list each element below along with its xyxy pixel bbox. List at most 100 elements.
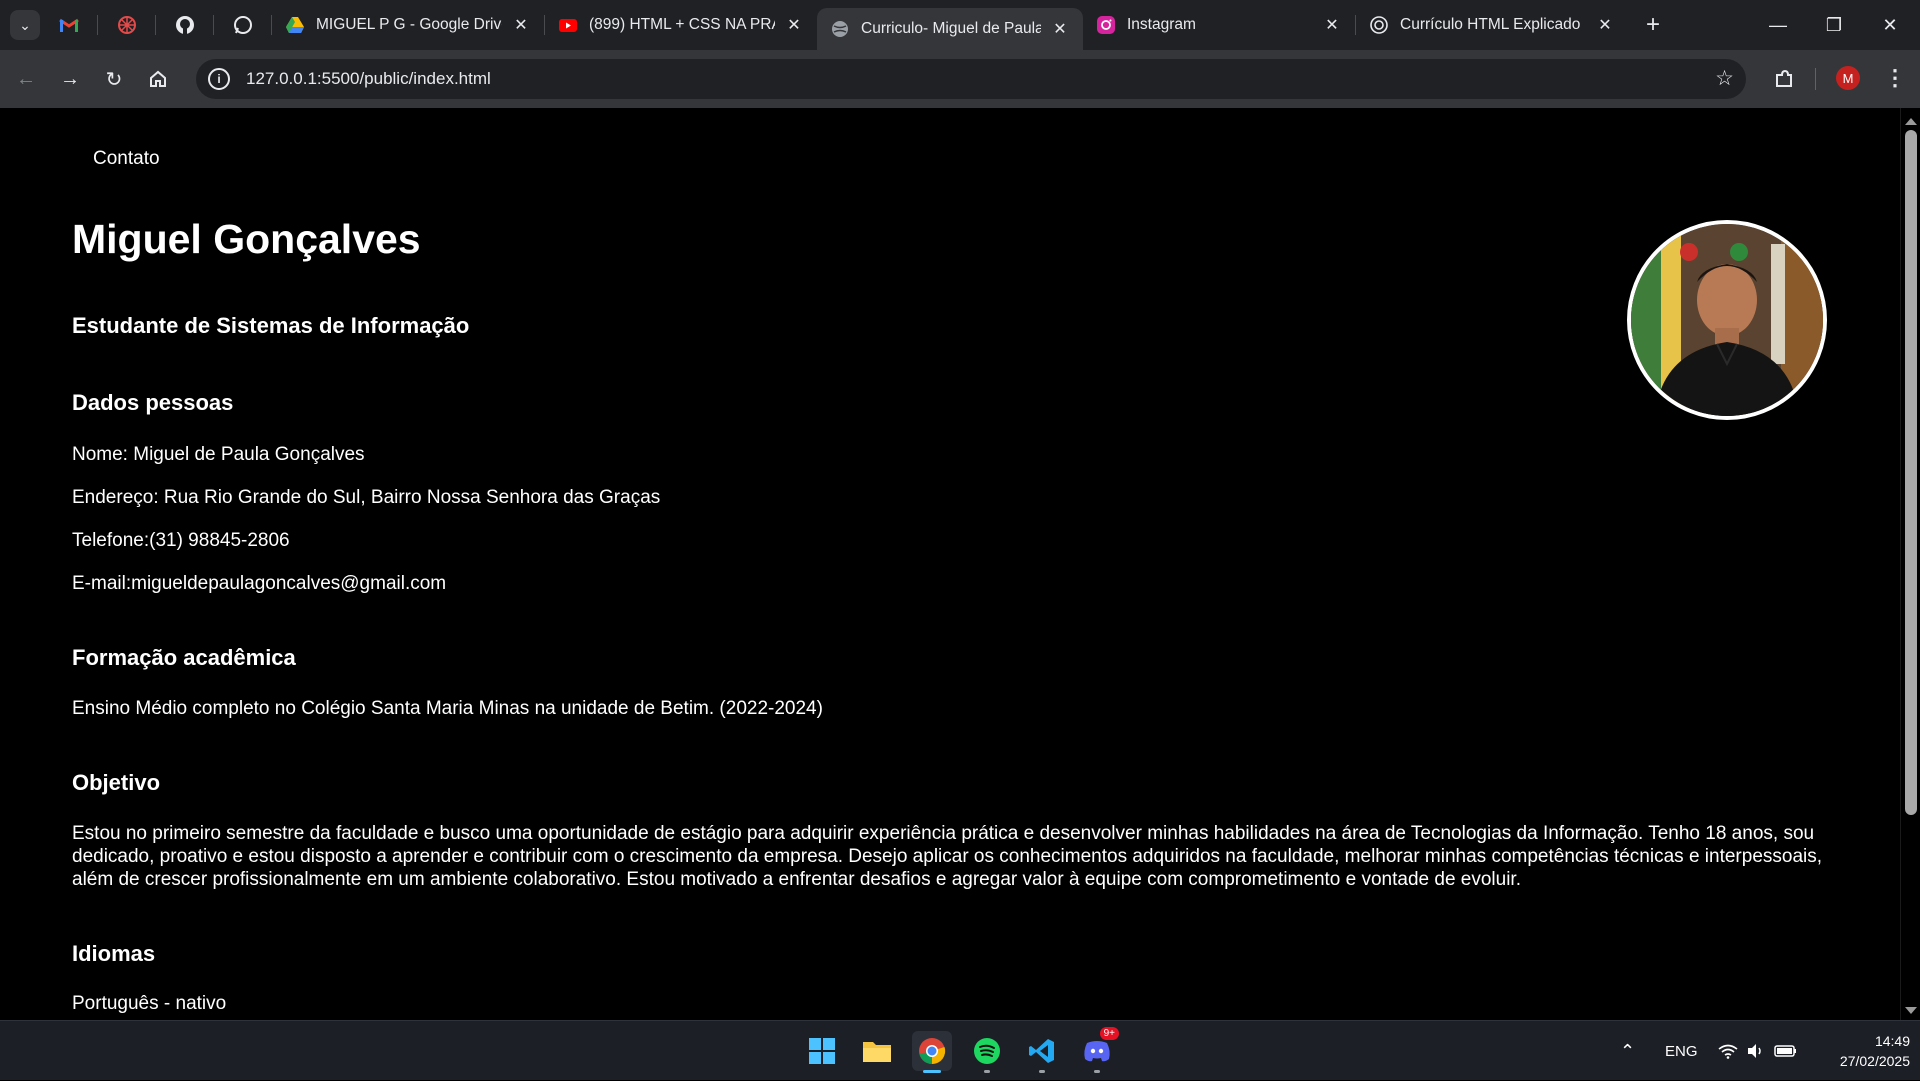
chevron-up-icon: ⌃ xyxy=(1620,1040,1636,1061)
profile-avatar[interactable]: M xyxy=(1836,66,1860,90)
tab-search-button[interactable]: ⌄ xyxy=(10,10,40,40)
start-button[interactable] xyxy=(802,1031,842,1071)
whatsapp-icon xyxy=(234,16,252,34)
close-window-button[interactable]: ✕ xyxy=(1862,0,1918,50)
notification-badge: 9+ xyxy=(1099,1027,1119,1040)
tab-title: MIGUEL P G - Google Drive xyxy=(316,16,502,33)
taskbar-spotify[interactable] xyxy=(967,1031,1007,1073)
section-heading-formacao: Formação acadêmica xyxy=(72,645,296,670)
extensions-button[interactable] xyxy=(1766,61,1802,97)
scroll-up-arrow-icon[interactable] xyxy=(1905,118,1917,125)
language-indicator[interactable]: ENG xyxy=(1665,1021,1698,1081)
running-app-indicator xyxy=(1039,1070,1045,1073)
info-icon[interactable]: i xyxy=(208,68,230,90)
close-icon[interactable]: ✕ xyxy=(1596,15,1614,35)
more-menu-icon[interactable]: ⋮ xyxy=(1880,63,1910,93)
arrow-right-icon: → xyxy=(60,67,80,90)
page-scrollbar[interactable] xyxy=(1900,108,1920,1020)
tab-curriculo[interactable]: Curriculo- Miguel de Paula ✕ xyxy=(817,8,1083,50)
taskbar-file-explorer[interactable] xyxy=(857,1031,897,1071)
gmail-icon xyxy=(59,18,79,32)
chatgpt-icon xyxy=(1370,16,1388,34)
puzzle-icon xyxy=(1776,69,1792,87)
minimize-button[interactable]: — xyxy=(1750,0,1806,50)
tab-title: Currículo HTML Explicado xyxy=(1400,16,1581,33)
chrome-icon xyxy=(919,1038,946,1065)
battery-icon xyxy=(1774,1045,1796,1057)
dados-nome: Nome: Miguel de Paula Gonçalves xyxy=(72,444,365,465)
dados-endereco: Endereço: Rua Rio Grande do Sul, Bairro … xyxy=(72,487,661,508)
objetivo-text: Estou no primeiro semestre da faculdade … xyxy=(72,823,1823,890)
close-icon[interactable]: ✕ xyxy=(785,15,803,35)
section-heading-idiomas: Idiomas xyxy=(72,941,156,966)
tab-strip: ⌄ MIGUEL P G - Google Drive ✕ (899) HTML… xyxy=(0,0,1920,50)
windows-start-icon xyxy=(809,1038,835,1064)
scrollbar-thumb[interactable] xyxy=(1905,130,1917,815)
tab-chatgpt[interactable]: Currículo HTML Explicado ✕ xyxy=(1356,0,1628,50)
taskbar-vscode[interactable] xyxy=(1022,1031,1062,1073)
home-icon xyxy=(150,70,166,87)
back-button[interactable]: ← xyxy=(8,61,44,97)
file-explorer-icon xyxy=(863,1042,891,1062)
url-text[interactable]: 127.0.0.1:5500/public/index.html xyxy=(246,69,491,89)
browser-toolbar: ← → ↻ i 127.0.0.1:5500/public/index.html… xyxy=(0,50,1920,108)
page-subtitle: Estudante de Sistemas de Informação xyxy=(72,313,470,338)
running-app-indicator xyxy=(1094,1070,1100,1073)
close-icon[interactable]: ✕ xyxy=(512,15,530,35)
minimize-icon: — xyxy=(1769,14,1787,35)
volume-icon xyxy=(1748,1044,1761,1058)
quick-settings[interactable] xyxy=(1718,1021,1798,1081)
tab-instagram[interactable]: Instagram ✕ xyxy=(1083,0,1355,50)
dados-telefone: Telefone:(31) 98845-2806 xyxy=(72,530,290,551)
tab-title: Instagram xyxy=(1127,16,1196,33)
chevron-down-icon: ⌄ xyxy=(19,16,31,33)
page-content: Contato Miguel Gonçalves Estudante de Si… xyxy=(0,108,1900,1020)
pinned-tab-app[interactable] xyxy=(98,0,156,50)
github-icon xyxy=(176,16,194,34)
tray-overflow-button[interactable]: ⌃ xyxy=(1620,1021,1635,1081)
system-clock[interactable]: 14:49 27/02/2025 xyxy=(1810,1031,1910,1071)
plus-icon: + xyxy=(1645,11,1660,38)
close-icon: ✕ xyxy=(1882,14,1898,35)
close-icon[interactable]: ✕ xyxy=(1323,15,1341,35)
google-drive-icon xyxy=(286,16,304,34)
pinned-tab-github[interactable] xyxy=(156,0,214,50)
clock-date: 27/02/2025 xyxy=(1839,1053,1910,1069)
home-button[interactable] xyxy=(140,61,176,97)
wifi-icon xyxy=(1718,1044,1738,1059)
new-tab-button[interactable]: + xyxy=(1638,11,1668,39)
arrow-left-icon: ← xyxy=(16,67,36,90)
vscode-icon xyxy=(1029,1039,1054,1063)
running-app-indicator xyxy=(984,1070,990,1073)
clock-time: 14:49 xyxy=(1874,1033,1910,1049)
restore-icon: ❐ xyxy=(1825,14,1843,35)
toolbar-divider xyxy=(1815,68,1816,90)
tab-google-drive[interactable]: MIGUEL P G - Google Drive ✕ xyxy=(272,0,544,50)
profile-photo xyxy=(1627,220,1827,420)
tab-youtube[interactable]: (899) HTML + CSS NA PRÁTICA ✕ xyxy=(545,0,817,50)
star-icon[interactable]: ☆ xyxy=(1715,66,1734,91)
app-icon xyxy=(118,16,136,34)
instagram-icon xyxy=(1097,16,1115,34)
restore-button[interactable]: ❐ xyxy=(1806,0,1862,50)
tab-title: (899) HTML + CSS NA PRÁTICA xyxy=(589,16,775,33)
close-icon[interactable]: ✕ xyxy=(1051,19,1069,39)
nav-link-contato[interactable]: Contato xyxy=(93,148,160,170)
taskbar-chrome[interactable] xyxy=(912,1031,952,1073)
section-heading-dados: Dados pessoas xyxy=(72,390,234,415)
forward-button[interactable]: → xyxy=(52,61,88,97)
pinned-tab-gmail[interactable] xyxy=(40,0,98,50)
reload-button[interactable]: ↻ xyxy=(96,61,132,97)
dados-email: E-mail:migueldepaulagoncalves@gmail.com xyxy=(72,573,447,594)
address-bar[interactable]: i 127.0.0.1:5500/public/index.html ☆ xyxy=(196,59,1746,99)
tab-title: Curriculo- Miguel de Paula xyxy=(861,20,1041,37)
taskbar-discord[interactable]: 9+ xyxy=(1077,1027,1119,1073)
youtube-icon xyxy=(559,16,577,34)
globe-icon xyxy=(831,20,849,38)
pinned-tab-whatsapp[interactable] xyxy=(214,0,272,50)
spotify-icon xyxy=(974,1038,1000,1064)
scroll-down-arrow-icon[interactable] xyxy=(1905,1007,1917,1014)
idiomas-item: Português - nativo xyxy=(72,993,227,1014)
windows-taskbar: 9+ ⌃ ENG 14:49 27/02/2025 xyxy=(0,1020,1920,1080)
page-title: Miguel Gonçalves xyxy=(72,216,421,262)
